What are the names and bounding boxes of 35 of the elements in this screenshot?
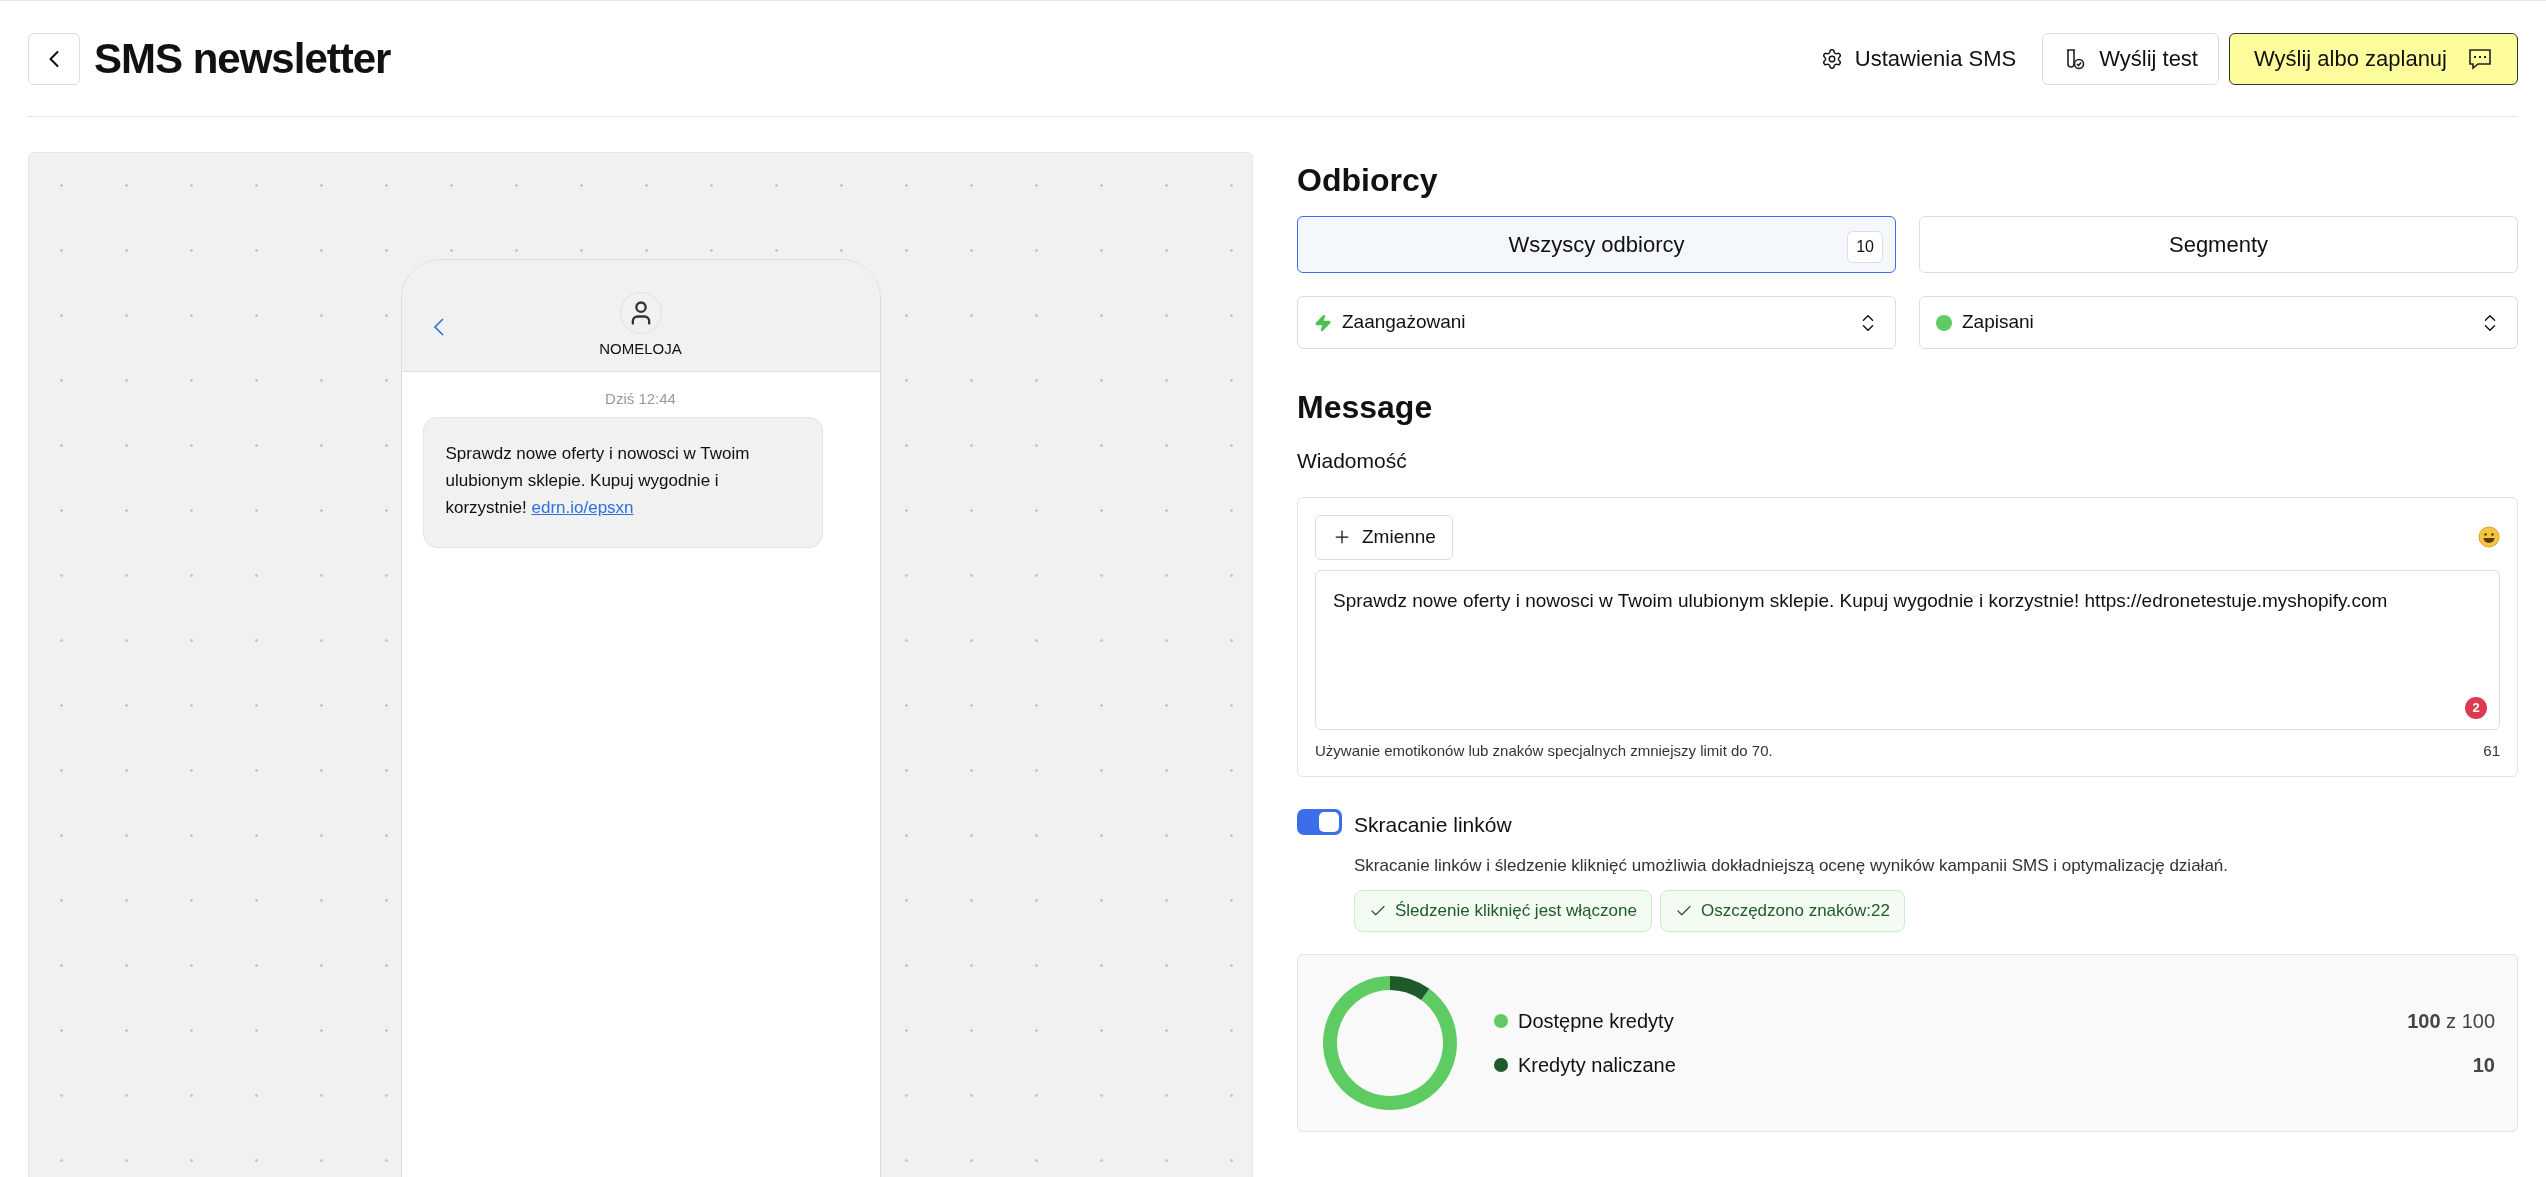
emoji-icon [2478,526,2500,548]
section-heading: Message [1297,388,1434,423]
short-link[interactable]: edrn.io/epsxn [531,497,634,517]
message-input[interactable]: Sprawdz nowe oferty i nowosci w Twoim ulubionym sklepie. Kupuj wygodnie i korzystnie! https://edronetestuje.myshopify.com 2 [1315,569,2500,730]
back-button[interactable] [28,32,80,85]
count-badge: 10 [1847,231,1883,263]
credit-value: 100 z 100 [2407,1009,2495,1034]
message-bubble: Sprawdz nowe oferty i nowosci w Twoim ulubionym sklepie. Kupuj wygodnie i korzystnie! edrn.io/epsxn [422,416,823,548]
sender-name: NOMELOJA [599,339,682,359]
variables-button[interactable]: Zmienne [1315,514,1453,560]
send-or-schedule-button[interactable]: Wyślij albo zaplanuj [2229,32,2518,85]
hint-text: Używanie emotikonów lub znaków specjalnych zmniejszy limit do 70. [1315,740,1773,761]
toggle-label: Skracanie linków [1354,812,1513,838]
recipients-tab[interactable]: Segmenty [1919,216,2518,273]
section-heading: Odbiorcy [1297,161,1439,196]
send-test-button[interactable]: Wyślij test [2042,32,2219,85]
page-title: SMS newsletter [94,34,391,84]
back-icon [433,318,444,336]
recipients-tab[interactable]: Wszyscy odbiorcy 10 [1297,216,1896,273]
character-count: 61 [2483,740,2500,761]
field-label: Wiadomość [1297,448,1408,474]
status-chip: Śledzenie kliknięć jest włączone [1354,890,1652,932]
error-count-badge: 2 [2465,696,2487,719]
lightning-icon [1314,313,1332,332]
toggle-switch[interactable] [1297,809,1342,835]
legend-label: Dostępne kredyty [1518,1009,1674,1034]
legend-label: Kredyty naliczane [1518,1053,1676,1078]
sms-settings-button[interactable]: Ustawienia SMS [1804,32,2033,85]
description-text: Skracanie linków i śledzenie kliknięć umożliwia dokładniejszą ocenę wyników kampanii SMS i optymalizację działań. [1354,854,2228,877]
status-chip: Oszczędzono znaków:22 [1659,890,1905,932]
credit-value: 10 [2472,1053,2495,1078]
filter-select[interactable]: Zapisani [1919,296,2518,349]
message-time: Dziś 12:44 [605,389,676,409]
filter-select[interactable]: Zaangażowani [1297,296,1896,349]
settings-icon [1820,47,1843,70]
